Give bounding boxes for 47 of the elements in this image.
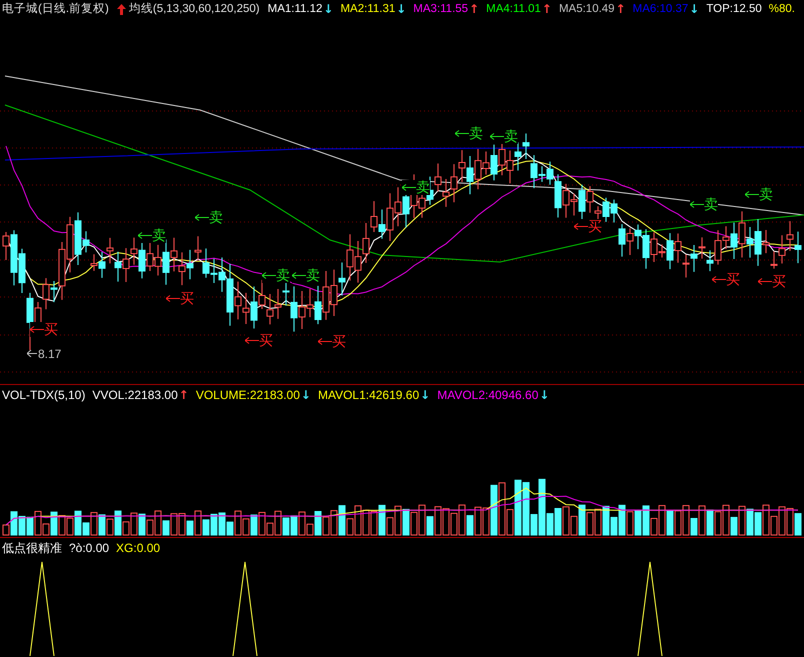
signal-label: 卖	[306, 268, 320, 283]
signal-label: 买	[588, 219, 602, 234]
signal-label: 买	[332, 334, 346, 349]
signal-label: 买	[726, 272, 740, 287]
indicator-reading: %80.	[768, 2, 795, 16]
stock-title: 电子城(日线.前复权)	[2, 2, 109, 16]
low-price-label: 8.17	[38, 347, 62, 361]
indicator-reading: VOL-TDX(5,10)	[2, 388, 86, 402]
trend-arrow: ↑	[616, 2, 626, 16]
indicator-reading: MAVOL2:40946.60	[437, 388, 538, 402]
trend-arrow: ↓	[300, 388, 311, 402]
indicator-reading: VVOL:22183.00	[92, 388, 178, 402]
arrow-up-icon	[116, 4, 126, 14]
signal-label: 买	[180, 291, 194, 306]
signal-label: 卖	[704, 197, 718, 212]
trend-arrow: ↓	[689, 2, 700, 16]
indicator-reading: 低点很精准	[2, 541, 62, 555]
trend-arrow: ↑	[542, 2, 552, 16]
signal-label: 买	[772, 274, 786, 289]
trend-arrow: ↓	[396, 2, 406, 16]
indicator-reading: MA6:10.37	[632, 2, 688, 16]
trend-arrow: ↓	[539, 388, 550, 402]
signal-label: 卖	[276, 268, 290, 283]
signal-label: 卖	[152, 228, 166, 243]
indicator-reading: TOP:12.50	[706, 2, 762, 16]
indicator-reading: MAVOL1:42619.60	[318, 388, 420, 402]
trend-arrow: ↑	[178, 388, 189, 402]
indicator-reading: MA4:11.01	[486, 2, 541, 16]
trend-arrow: ↑	[469, 2, 480, 16]
trend-arrow: ↓	[420, 388, 430, 402]
indicator-reading: MA2:11.31	[340, 2, 396, 16]
indicator-name: 均线(5,13,30,60,120,250)	[128, 2, 260, 16]
indicator-reading: VOLUME:22183.00	[196, 388, 300, 402]
arrow-left-icon	[27, 350, 37, 357]
signal-label: 卖	[416, 180, 430, 195]
signal-label: 卖	[209, 210, 223, 225]
indicator-reading: ?ò:0.00	[69, 541, 110, 555]
signal-label: 卖	[759, 187, 773, 202]
signal-label: 卖	[469, 126, 483, 141]
indicator-reading: XG:0.00	[116, 541, 160, 555]
indicator-reading: MA3:11.55	[413, 2, 468, 16]
signal-label: 买	[44, 322, 58, 337]
indicator-reading: MA5:10.49	[558, 2, 615, 16]
trend-arrow: ↓	[323, 2, 334, 16]
signal-label: 买	[259, 333, 273, 348]
indicator-reading: MA1:11.12	[268, 2, 322, 16]
signal-label: 卖	[504, 129, 518, 144]
